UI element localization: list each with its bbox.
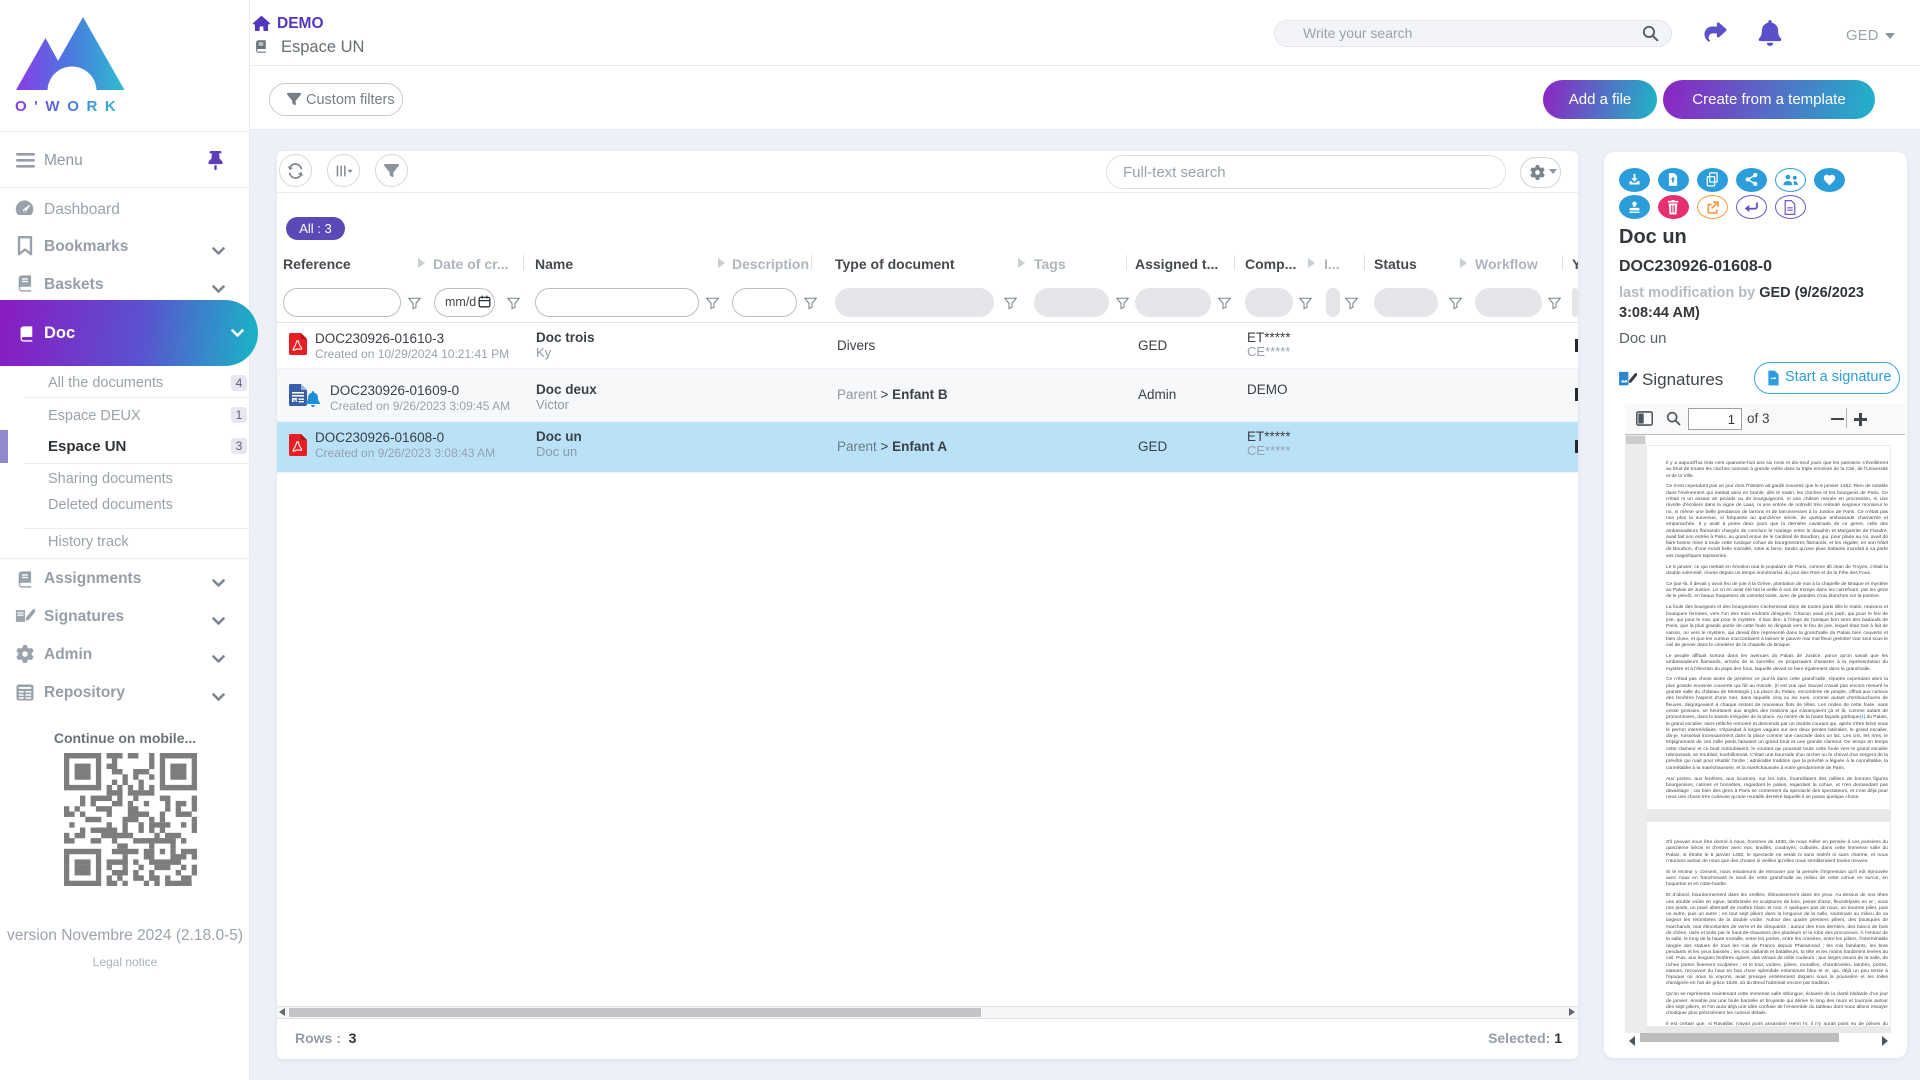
svg-text:O'WORK: O'WORK: [15, 98, 123, 115]
svg-text:w: w: [292, 398, 297, 403]
